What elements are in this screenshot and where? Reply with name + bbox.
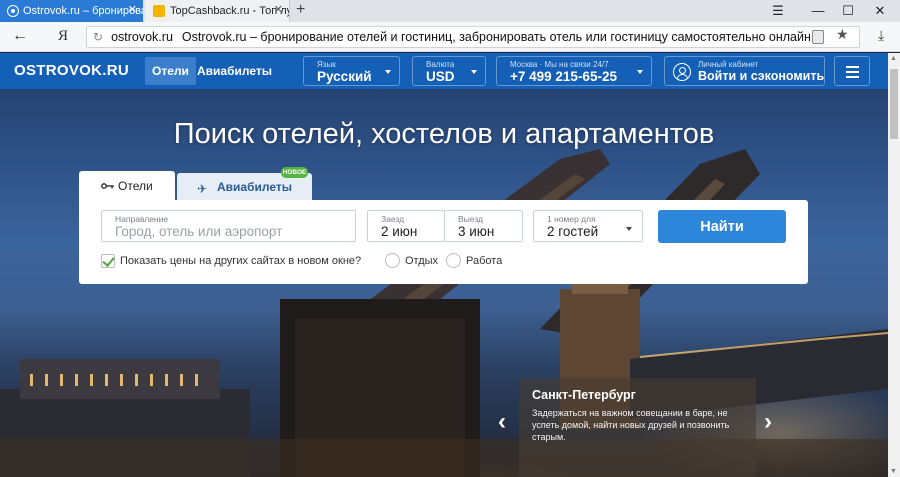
reload-icon[interactable]: ↻ [93, 30, 103, 44]
browser-menu-icon[interactable]: ☰ [768, 3, 788, 19]
scrollbar-thumb[interactable] [890, 69, 898, 139]
destination-placeholder: Город, отель или аэропорт [115, 224, 283, 239]
chevron-down-icon [626, 227, 632, 231]
new-tab-button[interactable]: + [296, 2, 305, 18]
ostrovok-favicon-icon [8, 6, 18, 16]
destination-input[interactable]: Направление Город, отель или аэропорт [101, 210, 356, 242]
back-arrow-icon[interactable]: ← [12, 27, 28, 45]
chevron-down-icon [637, 70, 643, 74]
destination-label: Направление [115, 214, 169, 224]
checkin-label: Заезд [381, 214, 405, 224]
purpose-work-label[interactable]: Работа [466, 255, 502, 267]
user-icon [673, 63, 691, 81]
topcashback-favicon-icon [153, 5, 165, 17]
language-selector[interactable]: Язык Русский [303, 56, 400, 86]
slide-caption: Санкт-Петербург Задержаться на важном со… [519, 378, 756, 477]
scroll-down-icon[interactable]: ▼ [890, 468, 897, 475]
show-prices-label[interactable]: Показать цены на других сайтах в новом о… [120, 255, 361, 267]
hamburger-line [846, 66, 859, 68]
checkout-date-field[interactable]: Выезд 3 июн [445, 210, 523, 242]
download-icon[interactable]: ⤓ [878, 27, 884, 44]
bookmark-star-icon[interactable]: ★ [836, 26, 849, 43]
support-phone[interactable]: Москва · Мы на связи 24/7 +7 499 215-65-… [496, 56, 652, 86]
purpose-radio-leisure[interactable] [385, 253, 400, 268]
previous-slide-arrow-icon[interactable]: ‹ [498, 410, 506, 434]
site-header: OSTROVOK.RU Отели Авиабилеты Язык Русски… [0, 53, 888, 89]
support-phone-number: +7 499 215-65-25 [510, 69, 617, 84]
yandex-logo-icon[interactable]: Я [58, 28, 68, 45]
browser-address-bar: ← Я ↻ ostrovok.ru Ostrovok.ru – брониров… [0, 22, 900, 52]
currency-label: Валюта [426, 60, 455, 69]
browser-tab-ostrovok[interactable]: Ostrovok.ru – бронирова ✕ [0, 0, 143, 22]
hamburger-line [846, 76, 859, 78]
support-label: Москва · Мы на связи 24/7 [510, 60, 609, 69]
close-window-icon[interactable]: ✕ [870, 3, 890, 19]
checkout-value: 3 июн [458, 224, 495, 239]
key-icon [101, 183, 114, 189]
minimize-icon[interactable]: — [808, 3, 828, 18]
search-tab-hotels-label: Отели [118, 178, 153, 193]
close-tab-icon[interactable]: ✕ [128, 5, 137, 16]
search-button[interactable]: Найти [658, 210, 786, 243]
search-panel: Направление Город, отель или аэропорт За… [79, 200, 808, 284]
nav-hotels[interactable]: Отели [145, 57, 196, 85]
guests-value: 2 гостей [547, 224, 599, 239]
language-value: Русский [317, 69, 372, 84]
hero-title: Поиск отелей, хостелов и апартаментов [173, 118, 715, 150]
close-tab-icon[interactable]: ✕ [274, 5, 283, 16]
search-tab-hotels[interactable]: Отели [79, 171, 175, 200]
currency-selector[interactable]: Валюта USD [412, 56, 486, 86]
purpose-radio-work[interactable] [446, 253, 461, 268]
hamburger-menu-button[interactable] [834, 56, 870, 86]
language-label: Язык [317, 60, 336, 69]
purpose-leisure-label[interactable]: Отдых [405, 255, 438, 267]
slide-caption-text: Задержаться на важном совещании в баре, … [532, 408, 730, 442]
slide-caption-title: Санкт-Петербург [532, 388, 636, 402]
guests-select[interactable]: 1 номер для 2 гостей [533, 210, 643, 242]
show-prices-checkbox[interactable] [101, 254, 115, 268]
browser-tab-bar: Ostrovok.ru – бронирова ✕ TopCashback.ru… [0, 0, 900, 22]
maximize-icon[interactable]: ☐ [838, 3, 858, 19]
page-scrollbar[interactable]: ▲ ▼ [888, 53, 900, 477]
chevron-down-icon [471, 70, 477, 74]
browser-tab-title: Ostrovok.ru – бронирова [23, 5, 143, 17]
account-login[interactable]: Личный кабинет Войти и сэкономить [664, 56, 825, 86]
scroll-up-icon[interactable]: ▲ [890, 55, 897, 62]
page-viewport: OSTROVOK.RU Отели Авиабилеты Язык Русски… [0, 53, 888, 477]
url-domain: ostrovok.ru [111, 30, 173, 44]
guests-label: 1 номер для [547, 214, 596, 224]
ostrovok-logo[interactable]: OSTROVOK.RU [14, 62, 129, 79]
account-login-text: Войти и сэкономить [698, 69, 825, 83]
hamburger-line [846, 71, 859, 73]
chevron-down-icon [385, 70, 391, 74]
checkin-date-field[interactable]: Заезд 2 июн [367, 210, 445, 242]
search-tab-flights-label: Авиабилеты [217, 179, 292, 194]
protect-icon[interactable] [812, 30, 824, 44]
checkin-value: 2 июн [381, 224, 418, 239]
checkout-label: Выезд [458, 214, 483, 224]
url-field[interactable]: ↻ ostrovok.ru Ostrovok.ru – бронирование… [86, 26, 860, 48]
account-label: Личный кабинет [698, 60, 759, 69]
new-badge: НОВОЕ [281, 167, 308, 178]
next-slide-arrow-icon[interactable]: › [764, 410, 772, 434]
browser-tab-topcashback[interactable]: TopCashback.ru - Топ лучши ✕ [145, 0, 290, 22]
currency-value: USD [426, 69, 455, 84]
nav-flights[interactable]: Авиабилеты [190, 57, 279, 85]
browser-tab-title: TopCashback.ru - Топ лучши [170, 5, 289, 17]
plane-icon: ✈ [197, 182, 208, 196]
url-page-title: Ostrovok.ru – бронирование отелей и гост… [181, 30, 811, 44]
